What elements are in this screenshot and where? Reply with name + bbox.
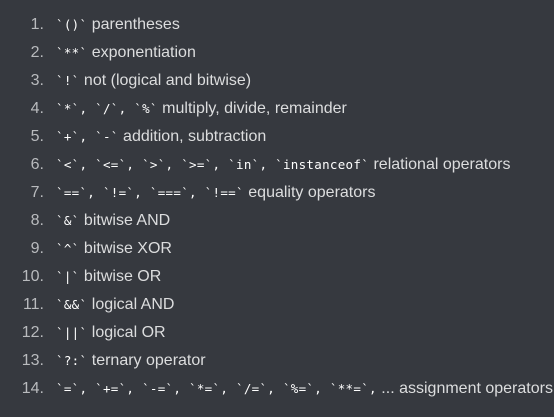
list-item: 14. `=`, `+=`, `-=`, `*=`, `/=`, `%=`, `… (0, 375, 554, 403)
list-item-content: `||` logical OR (56, 319, 166, 347)
list-item-content: `*`, `/`, `%` multiply, divide, remainde… (56, 95, 347, 123)
list-item: 2. `**` exponentiation (0, 39, 554, 67)
list-item-content: `&&` logical AND (56, 291, 174, 319)
list-item: 10. `|` bitwise OR (0, 263, 554, 291)
inline-code: `|` (56, 269, 80, 284)
list-item-content: `^` bitwise XOR (56, 235, 172, 263)
list-item: 5. `+`, `-` addition, subtraction (0, 123, 554, 151)
list-item: 8. `&` bitwise AND (0, 207, 554, 235)
list-item: 6. `<`, `<=`, `>`, `>=`, `in`, `instance… (0, 151, 554, 179)
list-item-number: 14. (21, 380, 44, 397)
list-item-description: relational operators (369, 156, 511, 173)
list-item-description: multiply, divide, remainder (157, 100, 347, 117)
list-item-content: `?:` ternary operator (56, 347, 206, 375)
list-item: 4. `*`, `/`, `%` multiply, divide, remai… (0, 95, 554, 123)
list-item: 11. `&&` logical AND (0, 291, 554, 319)
list-item-number: 12. (21, 324, 44, 341)
list-item-description: bitwise OR (79, 268, 162, 285)
list-item-content: `+`, `-` addition, subtraction (56, 123, 266, 151)
list-item-number: 1. (30, 16, 44, 33)
list-item-content: `()` parentheses (56, 11, 180, 39)
list-item-number: 3. (30, 72, 44, 89)
list-item-description: not (logical and bitwise) (79, 72, 252, 89)
list-item-number: 2. (30, 44, 44, 61)
list-item-number: 10. (21, 268, 44, 285)
inline-code: `&` (56, 213, 80, 228)
list-item-description: bitwise XOR (79, 240, 172, 257)
list-item: 7. `==`, `!=`, `===`, `!==` equality ope… (0, 179, 554, 207)
list-item-number: 4. (30, 100, 44, 117)
list-item-number: 8. (30, 212, 44, 229)
inline-code: `<`, `<=`, `>`, `>=`, `in`, `instanceof` (56, 157, 370, 172)
list-item-description: equality operators (243, 184, 376, 201)
inline-code: `*`, `/`, `%` (56, 101, 158, 116)
list-item-content: `<`, `<=`, `>`, `>=`, `in`, `instanceof`… (56, 151, 510, 179)
inline-code: `!` (56, 73, 80, 88)
inline-code: `+`, `-` (56, 129, 119, 144)
list-item-content: `=`, `+=`, `-=`, `*=`, `/=`, `%=`, `**=`… (56, 375, 553, 403)
inline-code: `**` (56, 45, 88, 60)
list-item-description: addition, subtraction (118, 128, 267, 145)
list-item: 1. `()` parentheses (0, 11, 554, 39)
list-item-description: logical AND (87, 296, 175, 313)
list-item-description: exponentiation (87, 44, 196, 61)
list-item-content: `&` bitwise AND (56, 207, 170, 235)
list-item-number: 9. (30, 240, 44, 257)
list-item: 9. `^` bitwise XOR (0, 235, 554, 263)
list-item-content: `**` exponentiation (56, 39, 196, 67)
inline-code: `==`, `!=`, `===`, `!==` (56, 185, 244, 200)
list-item-content: `!` not (logical and bitwise) (56, 67, 251, 95)
list-item-description: logical OR (87, 324, 166, 341)
list-item-number: 13. (21, 352, 44, 369)
list-item: 13. `?:` ternary operator (0, 347, 554, 375)
list-item-description: parentheses (87, 16, 180, 33)
list-item: 3. `!` not (logical and bitwise) (0, 67, 554, 95)
list-item-description: ternary operator (87, 352, 206, 369)
list-item-number: 11. (22, 296, 44, 313)
operator-precedence-list: 1. `()` parentheses 2. `**` exponentiati… (0, 11, 554, 403)
message-content: 1. `()` parentheses 2. `**` exponentiati… (0, 0, 554, 417)
inline-code: `()` (56, 17, 88, 32)
inline-code: `=`, `+=`, `-=`, `*=`, `/=`, `%=`, `**=`… (56, 381, 377, 396)
inline-code: `?:` (56, 353, 88, 368)
list-item-number: 7. (30, 184, 44, 201)
list-item-number: 6. (30, 156, 44, 173)
list-item-description: ... assignment operators (376, 380, 553, 397)
list-item-description: bitwise AND (79, 212, 171, 229)
list-item-content: `|` bitwise OR (56, 263, 161, 291)
list-item: 12. `||` logical OR (0, 319, 554, 347)
list-item-content: `==`, `!=`, `===`, `!==` equality operat… (56, 179, 375, 207)
list-item-number: 5. (30, 128, 44, 145)
inline-code: `^` (56, 241, 80, 256)
inline-code: `&&` (56, 297, 88, 312)
inline-code: `||` (56, 325, 88, 340)
